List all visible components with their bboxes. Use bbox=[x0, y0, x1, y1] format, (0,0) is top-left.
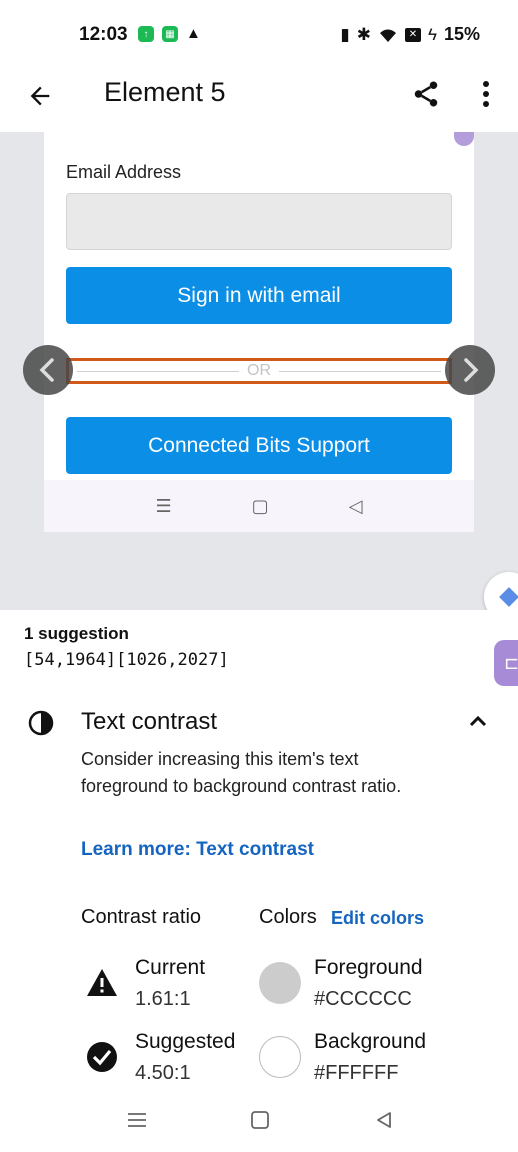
back-triangle-icon: ◁ bbox=[348, 495, 363, 516]
chevron-left-icon bbox=[39, 358, 54, 382]
grid-app-notification-icon: ▦ bbox=[162, 26, 178, 42]
check-circle-icon bbox=[87, 1042, 117, 1072]
divider-left bbox=[77, 370, 239, 372]
wifi-icon bbox=[379, 29, 396, 42]
no-sim-icon: ✕ bbox=[404, 27, 421, 42]
suggestion-count: 1 suggestion bbox=[24, 624, 129, 643]
highlighted-element[interactable]: OR bbox=[66, 358, 452, 384]
vibrate-icon: ▮ bbox=[340, 24, 350, 44]
page-title: Element 5 bbox=[104, 77, 226, 107]
app-bar: Element 5 bbox=[0, 70, 518, 132]
email-label: Email Address bbox=[66, 162, 182, 182]
current-value: 1.61:1 bbox=[135, 988, 191, 1010]
foreground-value: #CCCCCC bbox=[314, 988, 412, 1010]
suggested-label: Suggested bbox=[135, 1030, 236, 1053]
arrow-back-icon bbox=[30, 86, 50, 106]
previous-element-button[interactable] bbox=[23, 345, 73, 395]
background-swatch bbox=[259, 1036, 301, 1078]
more-vert-icon bbox=[483, 81, 489, 107]
background-value: #FFFFFF bbox=[314, 1062, 399, 1084]
status-bar: 12:03 ↑ ▦ ▲ ▮ ✱ ✕ ϟ 15% bbox=[0, 0, 518, 70]
back-triangle-icon bbox=[377, 1112, 391, 1128]
next-element-button[interactable] bbox=[445, 345, 495, 395]
email-field[interactable] bbox=[66, 193, 452, 250]
screenshot-preview: Email Address Sign in with email OR Conn… bbox=[0, 132, 518, 622]
suggested-value: 4.50:1 bbox=[135, 1062, 191, 1084]
support-button[interactable]: Connected Bits Support bbox=[66, 417, 452, 474]
background-label: Background bbox=[314, 1030, 427, 1053]
bluetooth-icon: ✱ bbox=[356, 24, 371, 44]
current-label: Current bbox=[135, 956, 206, 979]
system-nav-bar bbox=[0, 1088, 518, 1152]
charging-icon: ϟ bbox=[427, 24, 437, 44]
preview-screen: Email Address Sign in with email OR Conn… bbox=[44, 132, 474, 532]
preview-nav-bar: ☰ ▢ ◁ bbox=[44, 480, 474, 532]
contrast-ratio-heading: Contrast ratio bbox=[81, 906, 202, 928]
back-button[interactable] bbox=[22, 78, 58, 114]
sign-in-email-button[interactable]: Sign in with email bbox=[66, 267, 452, 324]
or-text: OR bbox=[247, 362, 271, 379]
more-options-button[interactable] bbox=[470, 76, 502, 112]
system-back-button[interactable] bbox=[371, 1108, 397, 1132]
share-button[interactable] bbox=[408, 76, 444, 112]
share-icon bbox=[414, 81, 438, 107]
warning-notification-icon: ▲ bbox=[186, 25, 201, 42]
colors-heading: Colors bbox=[259, 906, 317, 928]
menu-icon bbox=[128, 1113, 146, 1127]
contrast-icon bbox=[28, 710, 54, 736]
notification-icons: ↑ ▦ ▲ bbox=[138, 26, 201, 42]
element-bounds: [54,1964][1026,2027] bbox=[24, 650, 229, 670]
status-time: 12:03 bbox=[79, 24, 128, 45]
check-description: Consider increasing this item's text for… bbox=[81, 749, 402, 796]
system-status-icons: ▮ ✱ ✕ ϟ 15% bbox=[340, 24, 480, 45]
warning-icon bbox=[87, 969, 117, 996]
edit-colors-link[interactable]: Edit colors bbox=[331, 908, 424, 929]
learn-more-link[interactable]: Learn more: Text contrast bbox=[81, 839, 314, 861]
suggestion-sheet: 1 suggestion [54,1964][1026,2027] ⊏ Text… bbox=[0, 610, 518, 1088]
recents-button[interactable] bbox=[124, 1108, 150, 1132]
chat-icon: ⊏ bbox=[504, 652, 518, 673]
feedback-button[interactable]: ⊏ bbox=[494, 640, 518, 686]
check-title: Text contrast bbox=[81, 708, 218, 735]
menu-icon: ☰ bbox=[155, 495, 172, 516]
home-square-icon bbox=[251, 1111, 269, 1129]
chevron-up-icon[interactable] bbox=[466, 710, 490, 734]
divider-right bbox=[279, 370, 441, 372]
foreground-swatch bbox=[259, 962, 301, 1004]
home-square-icon: ▢ bbox=[251, 495, 269, 516]
app-notification-icon: ↑ bbox=[138, 26, 154, 42]
foreground-label: Foreground bbox=[314, 956, 423, 979]
chevron-right-icon bbox=[464, 358, 479, 382]
battery-percent: 15% bbox=[443, 24, 480, 44]
home-button[interactable] bbox=[247, 1108, 273, 1132]
